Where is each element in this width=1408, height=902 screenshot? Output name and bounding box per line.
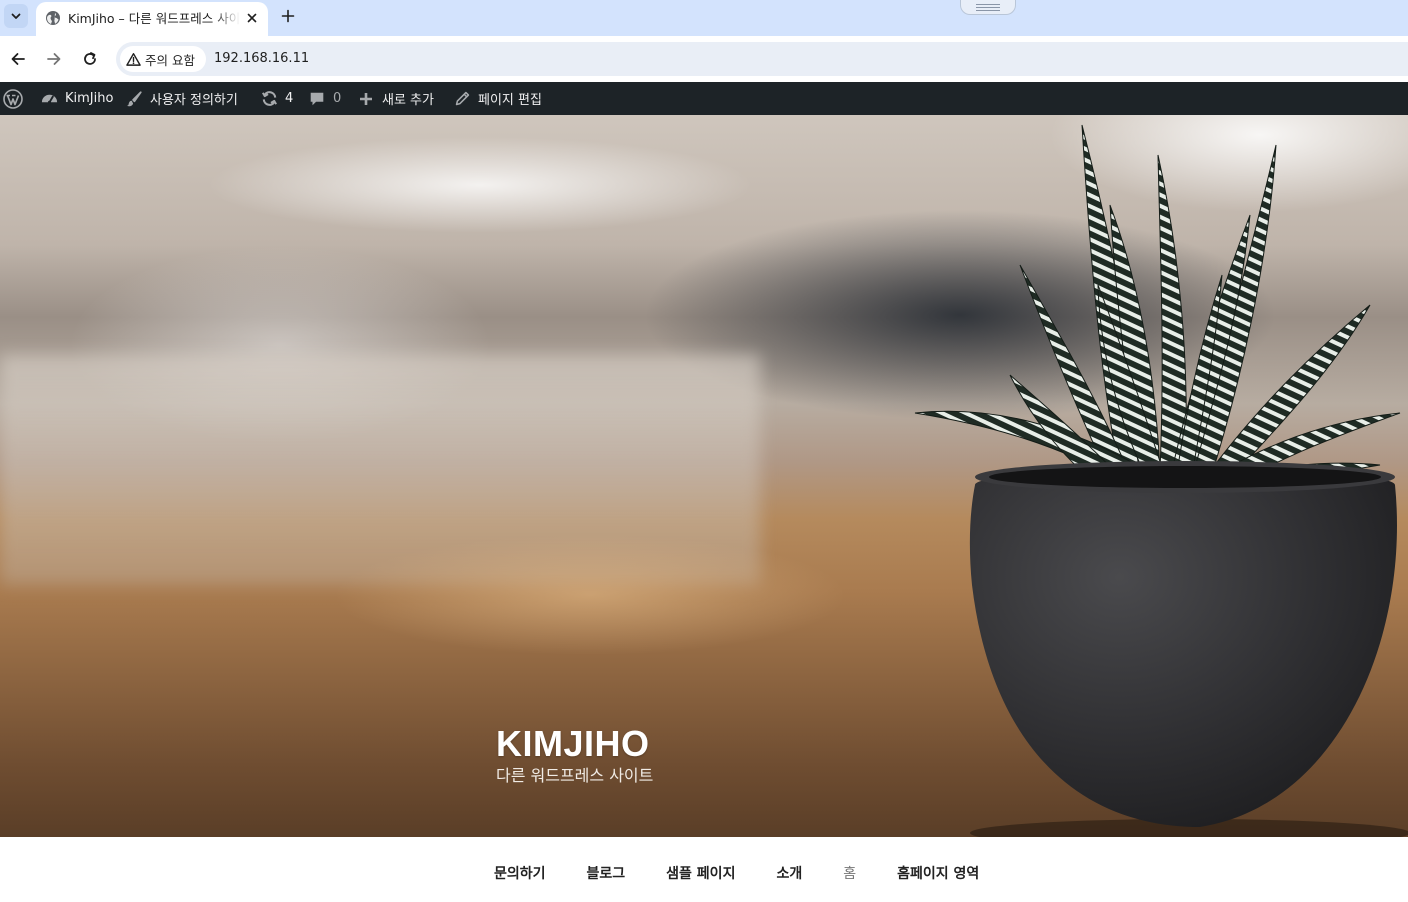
site-title[interactable]: KIMJIHO — [496, 723, 653, 765]
primary-menu: 문의하기 블로그 샘플 페이지 소개 홈 홈페이지 영역 — [494, 863, 979, 883]
admin-bar-comments[interactable]: 0 — [307, 82, 341, 115]
tab-title: KimJiho – 다른 워드프레스 사이트 — [68, 11, 240, 26]
reload-button[interactable] — [75, 44, 105, 74]
admin-bar-customize[interactable]: 사용자 정의하기 — [124, 82, 238, 115]
security-label: 주의 요함 — [145, 52, 195, 68]
plus-icon — [281, 9, 295, 23]
reload-icon — [84, 52, 96, 65]
menu-item-home[interactable]: 홈 — [843, 863, 856, 883]
updates-icon — [261, 91, 277, 106]
admin-bar-updates[interactable]: 4 — [259, 82, 293, 115]
globe-icon — [46, 11, 60, 25]
wp-admin-bar: KimJiho 사용자 정의하기 4 0 새로 추가 페이지 편집 — [0, 82, 1408, 115]
paintbrush-icon — [126, 90, 142, 106]
site-description: 다른 워드프레스 사이트 — [496, 766, 654, 785]
header-image: KIMJIHO 다른 워드프레스 사이트 — [0, 115, 1408, 837]
dashboard-icon — [41, 94, 57, 104]
succulent-plant-illustration — [914, 124, 1408, 837]
close-icon — [247, 13, 257, 23]
site-name-label: KimJiho — [65, 91, 114, 106]
browser-tab[interactable]: KimJiho – 다른 워드프레스 사이트 — [36, 2, 268, 36]
arrow-right-icon — [47, 53, 61, 65]
site-branding: KIMJIHO 다른 워드프레스 사이트 — [496, 723, 653, 787]
tab-search-button[interactable] — [4, 4, 28, 28]
url-text[interactable]: 192.168.16.11 — [214, 50, 309, 68]
menu-item-homepage-section[interactable]: 홈페이지 영역 — [897, 863, 979, 883]
admin-bar-edit-page[interactable]: 페이지 편집 — [452, 82, 542, 115]
admin-bar-new-content[interactable]: 새로 추가 — [356, 82, 434, 115]
arrow-left-icon — [11, 53, 25, 65]
comment-icon — [310, 92, 324, 105]
window-drag-handle[interactable] — [960, 0, 1016, 15]
wp-logo-menu[interactable] — [3, 82, 23, 115]
new-content-label: 새로 추가 — [382, 93, 434, 108]
menu-item-sample-page[interactable]: 샘플 페이지 — [666, 863, 735, 883]
menu-item-about[interactable]: 소개 — [776, 863, 802, 883]
browser-toolbar: 주의 요함 192.168.16.11 — [0, 36, 1408, 82]
menu-item-blog[interactable]: 블로그 — [587, 863, 626, 883]
address-bar[interactable]: 주의 요함 192.168.16.11 — [116, 42, 1408, 76]
menu-item-contact[interactable]: 문의하기 — [494, 863, 546, 883]
comments-count: 0 — [333, 91, 342, 106]
tab-close-button[interactable] — [242, 8, 262, 28]
site-navigation: 문의하기 블로그 샘플 페이지 소개 홈 홈페이지 영역 — [0, 837, 1408, 902]
new-tab-button[interactable] — [276, 4, 300, 28]
edit-page-label: 페이지 편집 — [478, 93, 542, 108]
forward-button[interactable] — [39, 44, 69, 74]
warning-icon — [126, 52, 141, 66]
customize-label: 사용자 정의하기 — [150, 93, 238, 108]
back-button[interactable] — [3, 44, 33, 74]
updates-count: 4 — [285, 91, 294, 106]
security-chip[interactable]: 주의 요함 — [120, 46, 206, 72]
pencil-icon — [455, 91, 469, 106]
plus-icon — [360, 92, 372, 105]
chevron-down-icon — [11, 13, 21, 19]
wordpress-logo-icon — [3, 88, 23, 109]
browser-tab-strip: KimJiho – 다른 워드프레스 사이트 — [0, 0, 1408, 36]
admin-bar-site-name[interactable]: KimJiho — [39, 82, 113, 115]
